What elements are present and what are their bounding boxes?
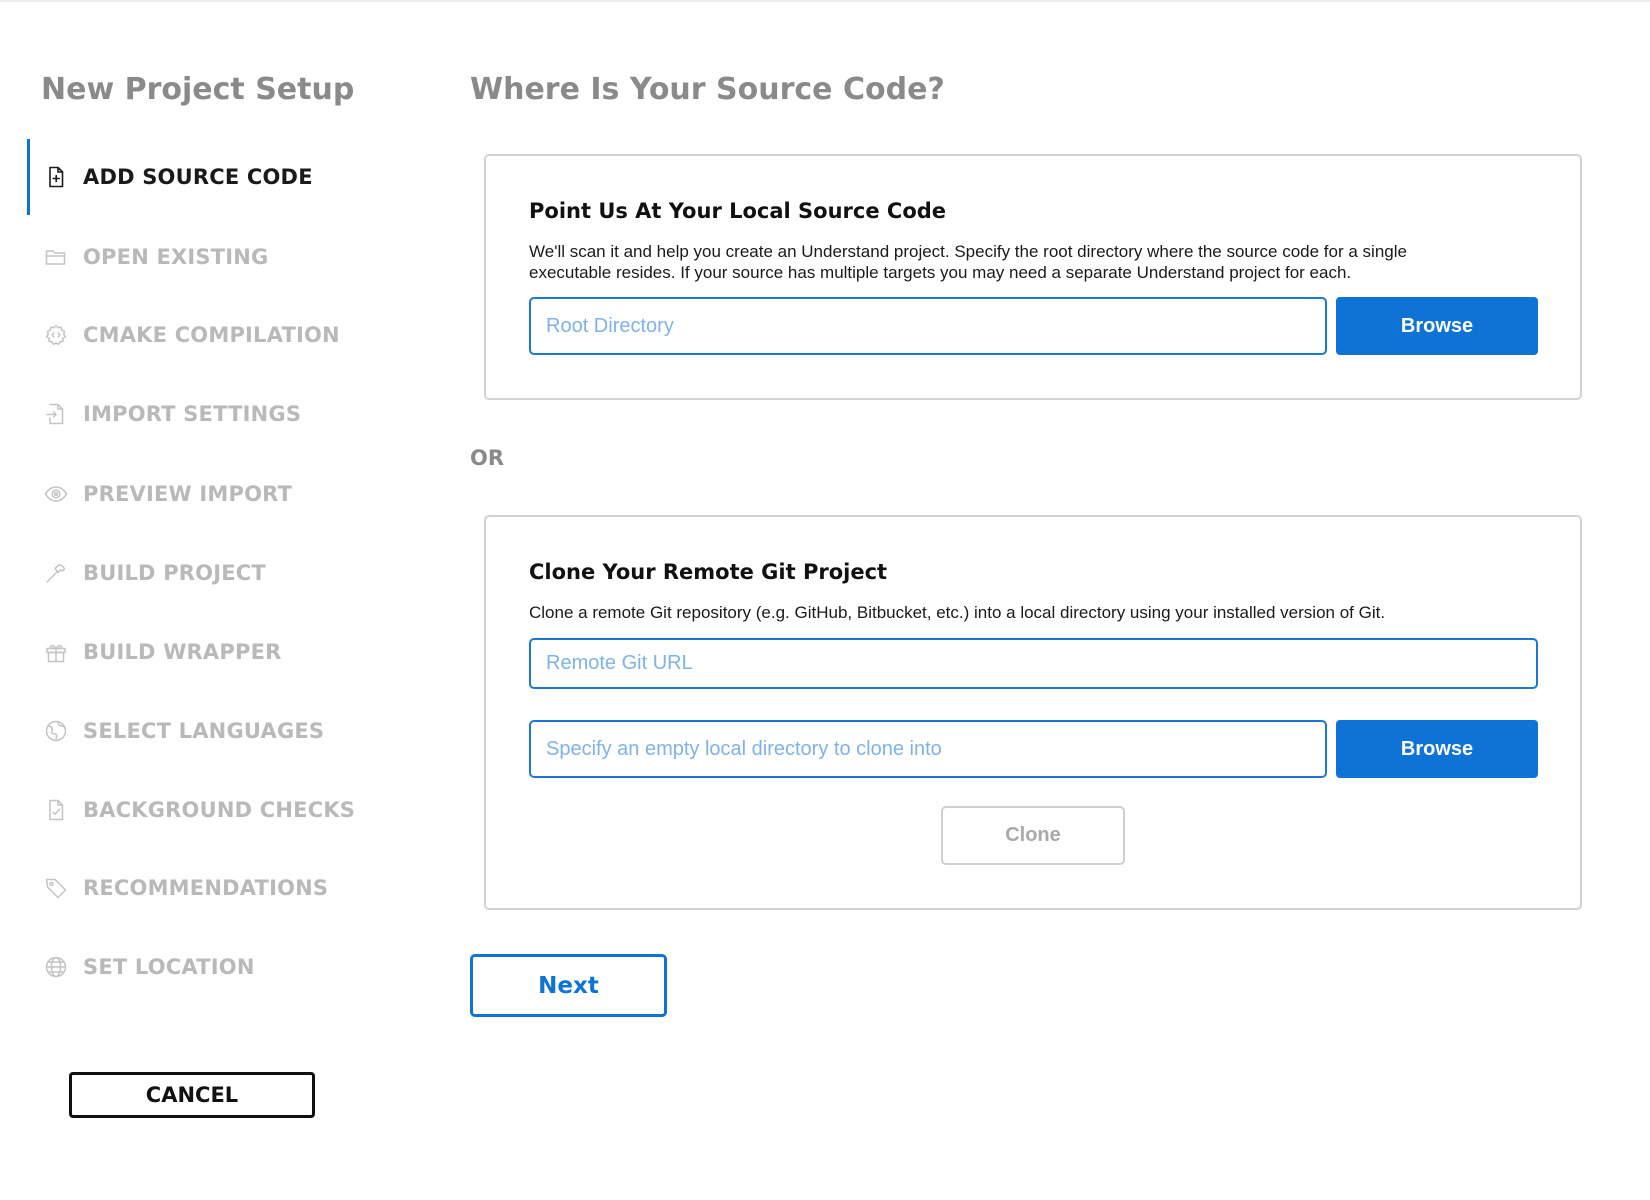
clone-directory-input[interactable]	[529, 720, 1327, 778]
eye-icon	[43, 481, 69, 507]
clone-button[interactable]: Clone	[941, 806, 1125, 865]
step-cmake-compilation[interactable]: CMAKE COMPILATION	[27, 297, 407, 373]
step-import-settings[interactable]: IMPORT SETTINGS	[27, 376, 407, 452]
or-separator: OR	[470, 446, 505, 470]
page-title: Where Is Your Source Code?	[470, 72, 945, 107]
cancel-button[interactable]: CANCEL	[69, 1072, 315, 1118]
step-select-languages[interactable]: SELECT LANGUAGES	[27, 693, 407, 769]
step-label: SET LOCATION	[83, 955, 255, 979]
globe-icon	[43, 954, 69, 980]
step-recommendations[interactable]: RECOMMENDATIONS	[27, 850, 407, 926]
step-background-checks[interactable]: BACKGROUND CHECKS	[27, 772, 407, 848]
step-label: BUILD PROJECT	[83, 561, 266, 585]
step-open-existing[interactable]: OPEN EXISTING	[27, 219, 407, 295]
remote-git-url-input[interactable]	[529, 638, 1538, 689]
sidebar: New Project Setup ADD SOURCE CODE OPEN E…	[0, 0, 440, 1200]
step-label: OPEN EXISTING	[83, 245, 269, 269]
step-build-wrapper[interactable]: BUILD WRAPPER	[27, 614, 407, 690]
next-button[interactable]: Next	[470, 954, 667, 1017]
step-set-location[interactable]: SET LOCATION	[27, 929, 407, 1005]
hammer-icon	[43, 560, 69, 586]
remote-git-title: Clone Your Remote Git Project	[529, 560, 888, 584]
file-check-icon	[43, 797, 69, 823]
folder-open-icon	[43, 244, 69, 270]
remote-git-card: Clone Your Remote Git Project Clone a re…	[484, 515, 1582, 910]
tag-icon	[43, 875, 69, 901]
local-source-card: Point Us At Your Local Source Code We'll…	[484, 154, 1582, 400]
remote-browse-button[interactable]: Browse	[1336, 720, 1538, 778]
step-label: BUILD WRAPPER	[83, 640, 282, 664]
step-label: SELECT LANGUAGES	[83, 719, 325, 743]
step-build-project[interactable]: BUILD PROJECT	[27, 535, 407, 611]
file-plus-icon	[43, 164, 69, 190]
step-label: IMPORT SETTINGS	[83, 402, 302, 426]
remote-git-description: Clone a remote Git repository (e.g. GitH…	[529, 603, 1386, 622]
step-label: PREVIEW IMPORT	[83, 482, 293, 506]
gift-icon	[43, 639, 69, 665]
globe-swirl-icon	[43, 718, 69, 744]
file-import-icon	[43, 401, 69, 427]
root-directory-input[interactable]	[529, 297, 1327, 355]
step-label: BACKGROUND CHECKS	[83, 798, 356, 822]
sidebar-title: New Project Setup	[41, 72, 355, 107]
setup-window: New Project Setup ADD SOURCE CODE OPEN E…	[0, 0, 1650, 1200]
local-browse-button[interactable]: Browse	[1336, 297, 1538, 355]
local-source-description: We'll scan it and help you create an Und…	[529, 242, 1407, 282]
step-label: ADD SOURCE CODE	[83, 165, 313, 189]
step-label: RECOMMENDATIONS	[83, 876, 329, 900]
gear-code-icon	[43, 322, 69, 348]
step-preview-import[interactable]: PREVIEW IMPORT	[27, 456, 407, 532]
local-source-title: Point Us At Your Local Source Code	[529, 199, 947, 223]
step-label: CMAKE COMPILATION	[83, 323, 340, 347]
step-add-source-code[interactable]: ADD SOURCE CODE	[27, 139, 407, 215]
